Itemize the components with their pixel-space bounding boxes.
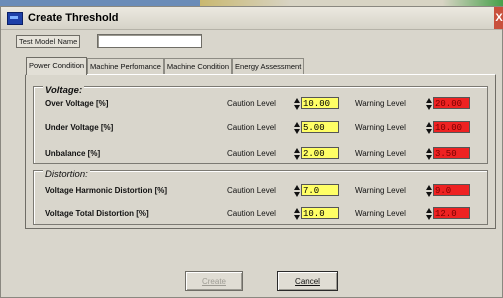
warning-spinner-icon[interactable] [426, 98, 432, 110]
create-button[interactable]: Create [185, 271, 243, 291]
caution-level-label: Caution Level [227, 123, 276, 132]
caution-level-label: Caution Level [227, 209, 276, 218]
caution-level-input[interactable]: 10.0 [301, 207, 339, 219]
voltage-group-title: Voltage: [43, 85, 85, 96]
row-name: Voltage Total Distortion [%] [45, 209, 149, 218]
warning-level-input[interactable]: 3.50 [433, 147, 470, 159]
close-icon[interactable]: X [494, 7, 503, 29]
model-name-input[interactable] [97, 34, 203, 48]
warning-level-label: Warning Level [355, 99, 406, 108]
threshold-row-over-voltage: Over Voltage [%] Caution Level 10.00 War… [45, 97, 485, 111]
distortion-group-title: Distortion: [43, 169, 90, 180]
warning-spinner-icon[interactable] [426, 185, 432, 197]
caution-level-input[interactable]: 2.00 [301, 147, 339, 159]
row-name: Over Voltage [%] [45, 99, 109, 108]
caution-spinner-icon[interactable] [294, 98, 300, 110]
row-name: Under Voltage [%] [45, 123, 114, 132]
warning-level-label: Warning Level [355, 209, 406, 218]
threshold-row-total-distortion: Voltage Total Distortion [%] Caution Lev… [45, 207, 485, 221]
row-name: Unbalance [%] [45, 149, 101, 158]
tab-machine-condition[interactable]: Machine Condition [163, 58, 233, 74]
threshold-row-unbalance: Unbalance [%] Caution Level 2.00 Warning… [45, 147, 485, 161]
tab-machine-performance[interactable]: Machine Perfomance [87, 58, 164, 74]
caution-level-label: Caution Level [227, 186, 276, 195]
app-icon [7, 11, 23, 25]
tab-strip: Power Condition Machine Perfomance Machi… [26, 57, 305, 75]
warning-level-input[interactable]: 20.00 [433, 97, 470, 109]
warning-spinner-icon[interactable] [426, 148, 432, 160]
threshold-row-under-voltage: Under Voltage [%] Caution Level 5.00 War… [45, 121, 485, 135]
warning-level-label: Warning Level [355, 186, 406, 195]
warning-spinner-icon[interactable] [426, 208, 432, 220]
caution-level-input[interactable]: 10.00 [301, 97, 339, 109]
threshold-row-harmonic-distortion: Voltage Harmonic Distortion [%] Caution … [45, 184, 485, 198]
warning-level-input[interactable]: 10.00 [433, 121, 470, 133]
tab-energy-assessment[interactable]: Energy Assessment [232, 58, 305, 74]
window-title: Create Threshold [28, 12, 119, 24]
row-name: Voltage Harmonic Distortion [%] [45, 186, 168, 195]
model-name-row: Test Model Name [16, 34, 203, 48]
model-name-label: Test Model Name [16, 34, 81, 48]
caution-level-input[interactable]: 7.0 [301, 184, 339, 196]
caution-spinner-icon[interactable] [294, 208, 300, 220]
caution-level-label: Caution Level [227, 149, 276, 158]
caution-spinner-icon[interactable] [294, 122, 300, 134]
caution-level-label: Caution Level [227, 99, 276, 108]
warning-spinner-icon[interactable] [426, 122, 432, 134]
warning-level-input[interactable]: 12.0 [433, 207, 470, 219]
tab-power-condition[interactable]: Power Condition [26, 57, 88, 75]
cancel-button[interactable]: Cancel [277, 271, 338, 291]
caution-spinner-icon[interactable] [294, 185, 300, 197]
caution-level-input[interactable]: 5.00 [301, 121, 339, 133]
title-bar: Create Threshold X [1, 7, 503, 30]
caution-spinner-icon[interactable] [294, 148, 300, 160]
warning-level-label: Warning Level [355, 123, 406, 132]
warning-level-input[interactable]: 9.0 [433, 184, 470, 196]
warning-level-label: Warning Level [355, 149, 406, 158]
